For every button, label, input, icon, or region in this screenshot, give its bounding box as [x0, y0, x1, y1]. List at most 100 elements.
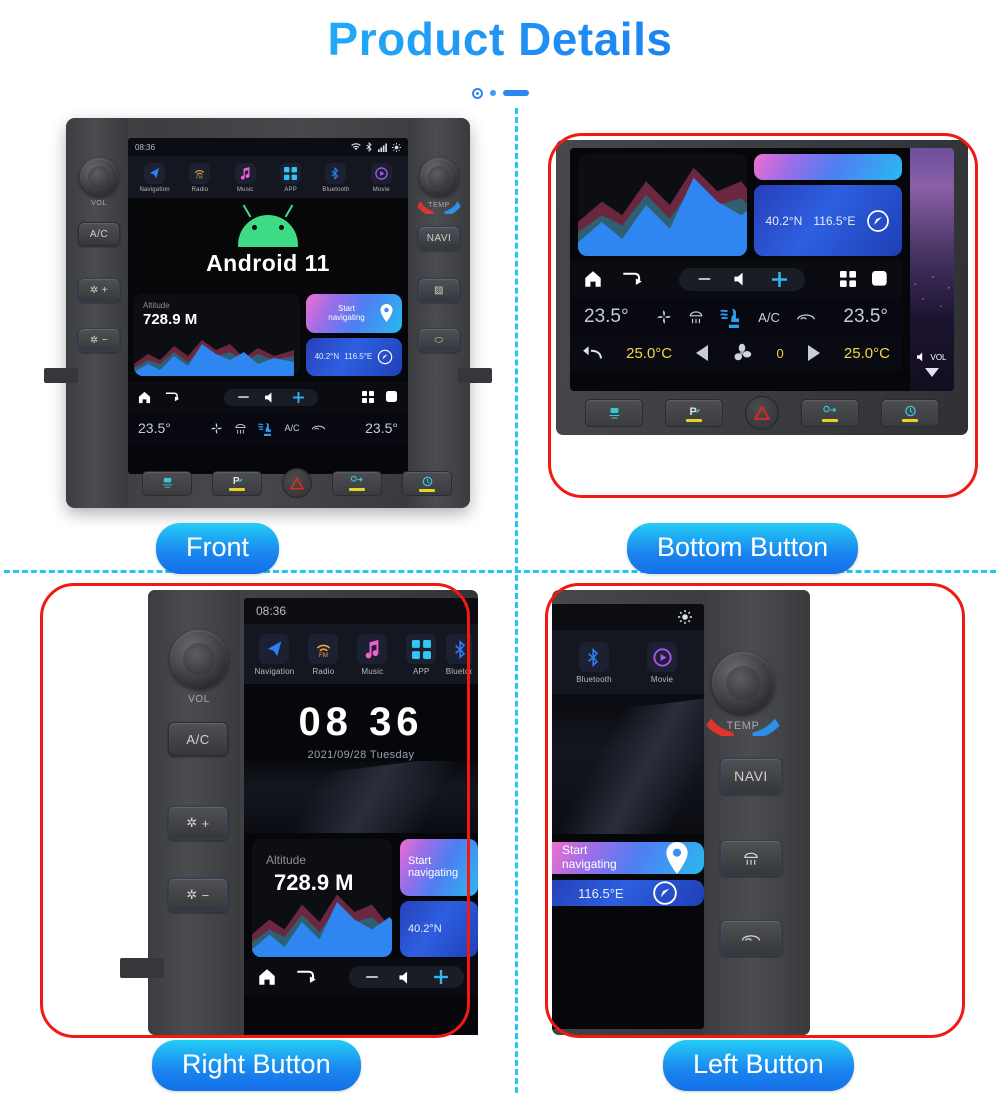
- app-music[interactable]: Music: [348, 634, 397, 676]
- rear-defrost-icon[interactable]: [234, 422, 247, 435]
- parking-sensor-button[interactable]: P: [665, 399, 723, 427]
- coordinates-card[interactable]: 40.2°N 116.5°E: [306, 337, 402, 376]
- parking-indicator-bar: [229, 488, 245, 491]
- fan-down-button[interactable]: ✲ −: [168, 878, 228, 912]
- back-arrow-icon[interactable]: [582, 345, 602, 361]
- trunk-release-button[interactable]: [720, 920, 782, 956]
- traction-control-off-button[interactable]: [142, 470, 192, 496]
- left-button-screen[interactable]: Bluetooth Movie Start navigating 116.5°E: [552, 604, 704, 1029]
- auto-hold-button[interactable]: [881, 399, 939, 427]
- home-icon[interactable]: [138, 391, 151, 404]
- app-movie-label: Movie: [372, 187, 390, 193]
- speaker-icon[interactable]: [399, 971, 414, 984]
- altitude-widget[interactable]: Altitude 728.9 M: [134, 294, 300, 376]
- app-radio[interactable]: FM Radio: [299, 634, 348, 676]
- recirculate-icon[interactable]: [796, 311, 816, 324]
- volume-up-button[interactable]: [771, 271, 787, 287]
- auto-hold-button[interactable]: [402, 470, 452, 496]
- rear-defrost-button[interactable]: [720, 840, 782, 876]
- start-navigating-card[interactable]: Start navigating: [306, 294, 402, 333]
- home-icon[interactable]: [584, 270, 602, 288]
- volume-knob[interactable]: [170, 630, 228, 688]
- lane-assist-button[interactable]: [801, 399, 859, 427]
- home-icon[interactable]: [258, 968, 276, 986]
- app-radio[interactable]: FM Radio: [180, 163, 220, 193]
- altitude-widget[interactable]: Altitude 728.9 M: [252, 839, 392, 957]
- ac-label[interactable]: A/C: [758, 310, 780, 325]
- coordinates-card[interactable]: 116.5°E: [552, 880, 704, 906]
- climate-temp-left[interactable]: 23.5°: [584, 306, 629, 328]
- ac-button[interactable]: A/C: [78, 222, 120, 246]
- volume-down-button[interactable]: [365, 975, 379, 979]
- climate-temp-left[interactable]: 23.5°: [138, 420, 171, 436]
- ac-temp-left[interactable]: 25.0°C: [626, 345, 672, 362]
- app-music[interactable]: Music: [225, 163, 265, 193]
- return-arrow-icon[interactable]: [622, 271, 643, 287]
- coordinates-card[interactable]: 40.2°N: [400, 900, 478, 957]
- navi-button[interactable]: NAVI: [418, 226, 460, 250]
- bottom-button-screen[interactable]: 40.2°N 116.5°E 23.5° A/C 23.5° 25.0°C 0 …: [570, 148, 954, 391]
- volume-down-arrow-icon[interactable]: [925, 368, 939, 377]
- svg-text:FM: FM: [319, 651, 328, 658]
- app-bluetooth[interactable]: Bluetooth: [316, 163, 356, 193]
- start-navigating-card[interactable]: Start navigating: [552, 842, 704, 874]
- climate-temp-right[interactable]: 23.5°: [365, 420, 398, 436]
- square-icon[interactable]: [872, 271, 888, 287]
- app-navigation[interactable]: Navigation: [250, 634, 299, 676]
- volume-control-overlay[interactable]: VOL: [912, 352, 952, 377]
- app-navigation[interactable]: Navigation: [135, 163, 175, 193]
- grid-icon[interactable]: [840, 271, 856, 287]
- volume-up-button[interactable]: [434, 970, 448, 984]
- fan-increase-button[interactable]: [807, 345, 820, 361]
- return-arrow-icon[interactable]: [296, 969, 317, 985]
- lane-assist-button[interactable]: [332, 470, 382, 496]
- volume-down-button[interactable]: [238, 395, 249, 399]
- app-movie[interactable]: Movie: [636, 642, 688, 684]
- app-apps[interactable]: APP: [271, 163, 311, 193]
- rear-defrost-button[interactable]: ▨: [418, 278, 460, 302]
- start-navigating-card[interactable]: Start navigating: [400, 839, 478, 896]
- app-apps[interactable]: APP: [397, 634, 446, 676]
- navi-button[interactable]: NAVI: [720, 758, 782, 794]
- app-bluetooth[interactable]: Bluetooth: [568, 642, 620, 684]
- volume-knob[interactable]: [80, 158, 118, 196]
- airflow-seat-icon[interactable]: [720, 306, 742, 328]
- volume-up-button[interactable]: [293, 391, 304, 403]
- app-movie[interactable]: Movie: [361, 163, 401, 193]
- trunk-release-button[interactable]: ⬭: [418, 328, 460, 352]
- fan-down-button[interactable]: ✲ −: [78, 328, 120, 352]
- fan-decrease-button[interactable]: [696, 345, 709, 361]
- fan-icon[interactable]: [656, 309, 672, 325]
- ac-label[interactable]: A/C: [284, 423, 299, 433]
- return-arrow-icon[interactable]: [165, 391, 180, 403]
- volume-down-button[interactable]: [697, 277, 712, 281]
- speaker-icon[interactable]: [733, 272, 750, 286]
- fan-icon[interactable]: [210, 422, 223, 435]
- rear-defrost-icon[interactable]: [688, 309, 704, 325]
- fan-up-button[interactable]: ✲ +: [78, 278, 120, 302]
- hazard-button[interactable]: [745, 396, 779, 430]
- temperature-knob[interactable]: [712, 652, 774, 714]
- climate-temp-right[interactable]: 23.5°: [843, 306, 888, 328]
- grid-icon[interactable]: [362, 391, 374, 403]
- speaker-icon[interactable]: [265, 392, 277, 403]
- altitude-widget[interactable]: [578, 154, 747, 256]
- clock-date: 2021/09/28 Tuesday: [307, 749, 415, 761]
- app-bluetooth[interactable]: Bluetooth: [445, 634, 472, 676]
- recirculate-icon[interactable]: [311, 423, 326, 433]
- fan-up-button[interactable]: ✲ +: [168, 806, 228, 840]
- ac-button[interactable]: A/C: [168, 722, 228, 756]
- front-screen[interactable]: 08:36 Navigation FM Radio Music APP Blue…: [128, 138, 408, 474]
- square-icon[interactable]: [386, 391, 398, 403]
- ac-temp-right[interactable]: 25.0°C: [844, 345, 890, 362]
- temperature-knob[interactable]: [420, 158, 458, 196]
- parking-sensor-button[interactable]: P: [212, 470, 262, 496]
- coordinates-card[interactable]: 40.2°N 116.5°E: [754, 185, 902, 256]
- longitude-value: 116.5°E: [344, 352, 373, 362]
- right-button-screen[interactable]: 08:36 Navigation FM Radio Music APP Blue…: [244, 598, 478, 1035]
- fan-blade-icon: [732, 343, 752, 363]
- traction-control-off-button[interactable]: [585, 399, 643, 427]
- airflow-seat-icon[interactable]: [258, 421, 273, 436]
- start-navigating-card[interactable]: [754, 154, 902, 180]
- hazard-button[interactable]: [282, 468, 312, 498]
